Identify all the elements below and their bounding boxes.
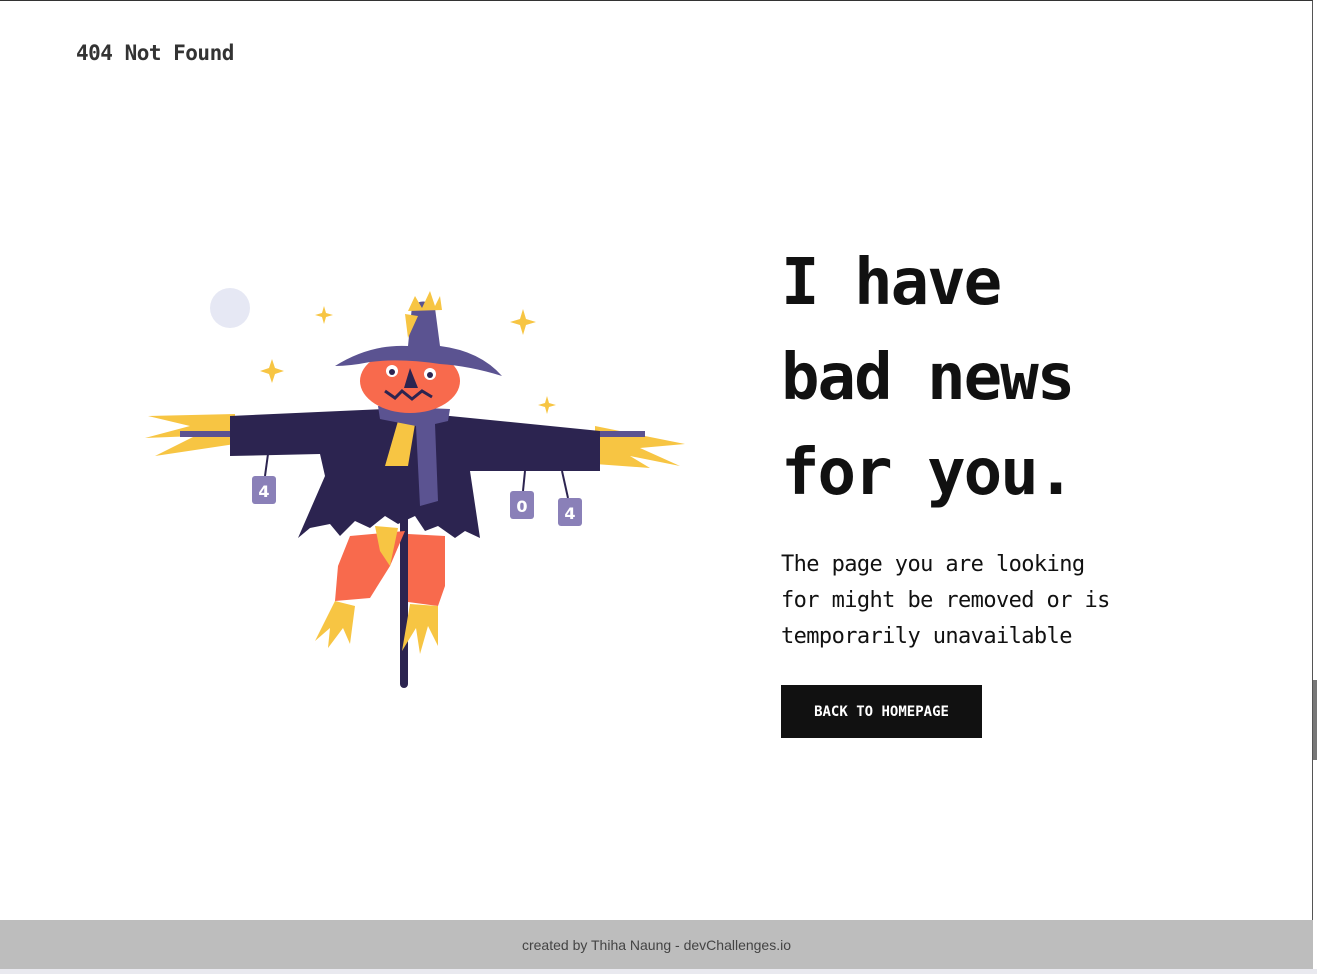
can-right-label: 4: [564, 504, 575, 523]
headline-line-2: bad news: [781, 341, 1075, 415]
headline-line-1: I have: [781, 246, 1002, 320]
taskbar-strip: [0, 969, 1317, 974]
moon-icon: [210, 288, 250, 328]
description: The page you are looking for might be re…: [781, 547, 1201, 655]
headline-line-3: for you.: [781, 436, 1075, 510]
description-line-3: temporarily unavailable: [781, 624, 1072, 649]
can-mid: 0: [510, 470, 534, 519]
brand-logo[interactable]: 404 Not Found: [76, 41, 234, 65]
straw-feet: [315, 601, 355, 648]
can-left-label: 4: [258, 482, 269, 501]
footer-credit[interactable]: created by Thiha Naung - devChallenges.i…: [522, 937, 791, 953]
can-mid-label: 0: [516, 497, 527, 516]
scrollbar[interactable]: [1313, 680, 1317, 760]
headline: I have bad news for you.: [781, 236, 1251, 521]
right-leg: [408, 534, 445, 606]
description-line-2: for might be removed or is: [781, 588, 1110, 613]
description-line-1: The page you are looking: [781, 552, 1085, 577]
scarecrow-illustration: 4 0 4: [145, 288, 685, 688]
footer: created by Thiha Naung - devChallenges.i…: [0, 920, 1313, 970]
page-frame: 404 Not Found 4 0 4 I have bad news for …: [0, 0, 1313, 972]
can-left: 4: [252, 453, 276, 504]
can-right: 4: [558, 470, 582, 526]
back-to-homepage-button[interactable]: BACK TO HOMEPAGE: [781, 685, 982, 738]
coat: [230, 409, 600, 538]
